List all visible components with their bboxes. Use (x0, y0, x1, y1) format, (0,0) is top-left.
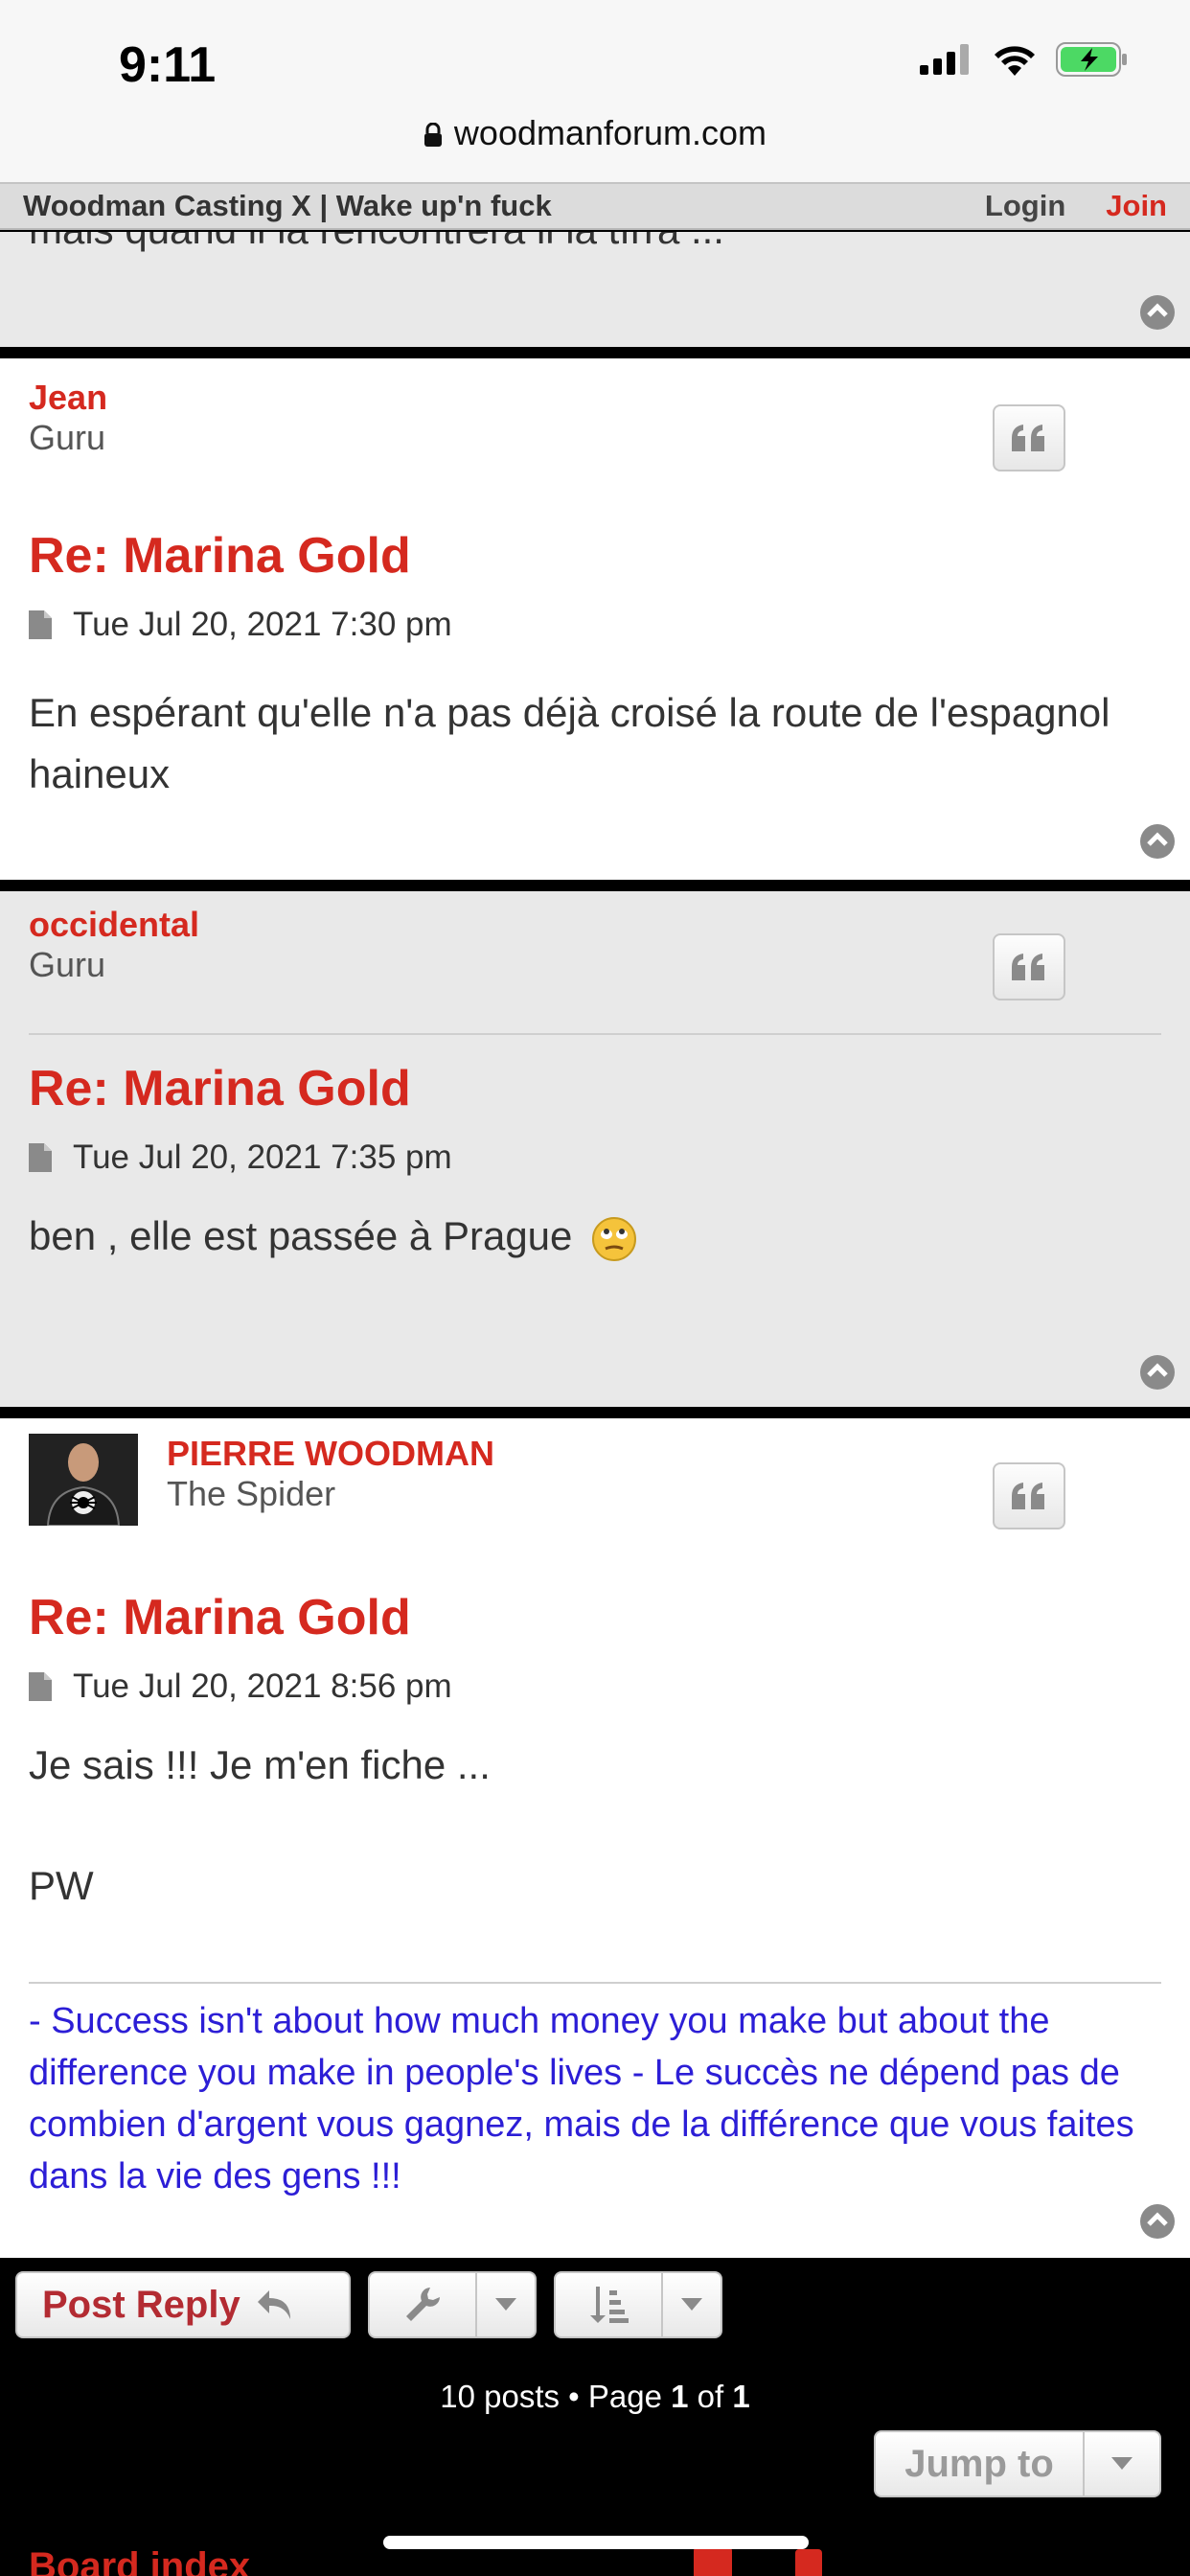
back-to-top-icon[interactable] (1138, 293, 1177, 332)
browser-chrome: 9:11 woodmanforum.com (0, 0, 1190, 182)
caret-down-icon (681, 2298, 702, 2311)
back-to-top-icon[interactable] (1138, 822, 1177, 861)
avatar[interactable] (29, 1434, 138, 1526)
author-rank: Guru (29, 945, 106, 984)
caret-down-icon (1111, 2457, 1133, 2470)
pagination-info: 10 posts • Page 1 of 1 (0, 2379, 1190, 2415)
spider-avatar-image (29, 1434, 138, 1526)
join-link[interactable]: Join (1106, 189, 1167, 223)
sort-icon (590, 2287, 629, 2323)
quote-button[interactable] (993, 404, 1065, 472)
home-indicator[interactable] (383, 2536, 809, 2549)
topic-tools-dropdown[interactable] (368, 2271, 537, 2338)
quote-icon (1012, 954, 1044, 980)
caret-down-icon (495, 2298, 516, 2311)
post-body: En espérant qu'elle n'a pas déjà croisé … (29, 690, 1110, 796)
lock-icon (423, 123, 442, 148)
post-file-icon (29, 610, 52, 639)
post-separator (0, 880, 1190, 891)
post-author[interactable]: PIERRE WOODMAN (167, 1434, 494, 1474)
quote-icon (1012, 425, 1044, 451)
topic-action-bar: Post Reply 10 posts • Page 1 of 1 Jump t… (0, 2258, 1190, 2576)
quote-icon (1012, 1483, 1044, 1509)
footer-icons (694, 2545, 828, 2576)
post-reply-button[interactable]: Post Reply (15, 2271, 351, 2338)
post-body-text: ben , elle est passée à Prague (29, 1213, 573, 1258)
login-link[interactable]: Login (985, 189, 1065, 223)
sort-options-dropdown[interactable] (554, 2271, 722, 2338)
signature-divider (29, 1982, 1161, 1984)
current-page: 1 (671, 2379, 689, 2414)
post-file-icon (29, 1143, 52, 1172)
jump-to-dropdown[interactable]: Jump to (874, 2430, 1161, 2497)
wrench-icon (406, 2288, 440, 2321)
back-to-top-icon[interactable] (1138, 1353, 1177, 1392)
forum-navbar: Woodman Casting X | Wake up'n fuck Login… (0, 182, 1190, 230)
url-text: woodmanforum.com (453, 113, 767, 152)
post-separator (0, 347, 1190, 358)
previous-post-fragment: mais quand il la rencontrera il la tîrra… (29, 232, 1161, 261)
post-meta: Tue Jul 20, 2021 7:35 pm (29, 1138, 452, 1177)
post-author[interactable]: occidental (29, 905, 199, 945)
author-rank: The Spider (167, 1474, 336, 1513)
author-rank: Guru (29, 418, 106, 457)
post-reply-label: Post Reply (42, 2283, 240, 2326)
feed-icon[interactable] (694, 2545, 732, 2576)
post-separator (0, 1407, 1190, 1418)
post-pierre-woodman: PIERRE WOODMAN The Spider Re: Marina Gol… (0, 1418, 1190, 2258)
cellular-signal-icon (920, 44, 969, 75)
pagination-prefix: 10 posts • Page (440, 2379, 662, 2414)
post-occidental: occidental Guru Re: Marina Gold Tue Jul … (0, 891, 1190, 1407)
quote-button[interactable] (993, 933, 1065, 1000)
post-body-line-2: PW (29, 1863, 94, 1908)
address-bar[interactable]: woodmanforum.com (0, 113, 1190, 153)
post-file-icon (29, 1672, 52, 1701)
delete-cookies-icon[interactable] (790, 2545, 828, 2576)
post-date: Tue Jul 20, 2021 8:56 pm (73, 1668, 452, 1705)
back-to-top-icon[interactable] (1138, 2202, 1177, 2241)
post-body-line-1: Je sais !!! Je m'en fiche ... (29, 1742, 491, 1787)
post-meta: Tue Jul 20, 2021 8:56 pm (29, 1668, 452, 1706)
wifi-icon (995, 46, 1035, 76)
post-title[interactable]: Re: Marina Gold (29, 527, 411, 585)
post-jean: Jean Guru Re: Marina Gold Tue Jul 20, 20… (0, 358, 1190, 880)
post-title[interactable]: Re: Marina Gold (29, 1060, 411, 1117)
post-body: ben , elle est passée à Prague (29, 1206, 1161, 1267)
post-signature: - Success isn't about how much money you… (29, 2001, 1134, 2196)
post-meta: Tue Jul 20, 2021 7:30 pm (29, 606, 452, 644)
jump-to-label: Jump to (904, 2442, 1054, 2485)
post-date: Tue Jul 20, 2021 7:30 pm (73, 606, 452, 643)
clock: 9:11 (119, 37, 217, 93)
reply-arrow-icon (257, 2290, 290, 2319)
pagination-of: of (697, 2379, 724, 2414)
total-pages: 1 (732, 2379, 750, 2414)
rolling-eyes-emoji-icon (592, 1216, 637, 1261)
system-icons (920, 42, 1129, 77)
post-author[interactable]: Jean (29, 378, 107, 418)
post-date: Tue Jul 20, 2021 7:35 pm (73, 1138, 452, 1176)
post-title[interactable]: Re: Marina Gold (29, 1589, 411, 1646)
post-divider (29, 1033, 1161, 1035)
battery-charging-icon (1056, 42, 1127, 77)
quote-button[interactable] (993, 1462, 1065, 1530)
previous-post: mais quand il la rencontrera il la tîrra… (0, 232, 1190, 347)
board-index-link[interactable]: Board index (29, 2545, 250, 2576)
site-title-link[interactable]: Woodman Casting X | Wake up'n fuck (23, 189, 985, 223)
